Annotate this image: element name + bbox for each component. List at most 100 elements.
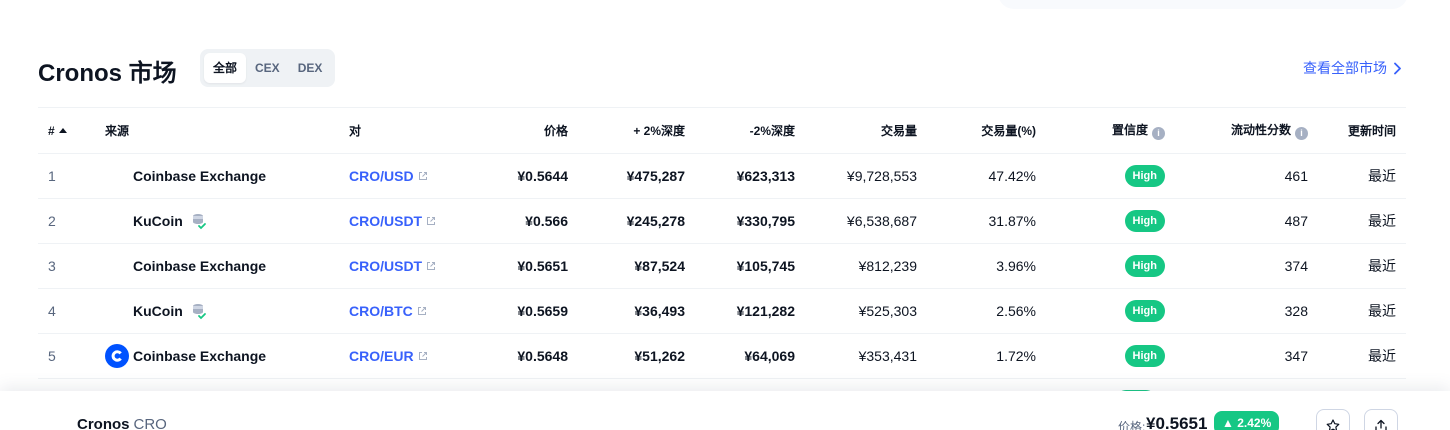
sticky-price-bar: Cronos CRO 价格: ¥0.5651 ▲ 2.42%: [0, 391, 1450, 430]
row-source[interactable]: Coinbase Exchange: [95, 333, 339, 379]
confidence-badge: High: [1124, 345, 1165, 367]
confidence-badge: High: [1124, 210, 1165, 232]
page-title: Cronos 市场: [38, 60, 177, 87]
row-pair[interactable]: CRO/USDT: [339, 198, 471, 244]
row-depth-plus: ¥245,278: [578, 198, 695, 244]
col-price[interactable]: 价格: [471, 107, 578, 154]
verified-reserves-icon: [192, 304, 206, 320]
row-volume-pct: 2.56%: [927, 288, 1046, 334]
row-pair[interactable]: CRO/BTC: [339, 288, 471, 334]
external-link-icon: [427, 262, 436, 270]
table-row[interactable]: 3 Coinbase Exchange CRO/USDT ¥0.5651 ¥87…: [38, 243, 1406, 289]
row-rank: 3: [38, 243, 95, 289]
col-rank[interactable]: #: [38, 107, 95, 154]
filter-all[interactable]: 全部: [204, 53, 247, 83]
col-pair[interactable]: 对: [339, 107, 471, 154]
row-confidence: High: [1046, 153, 1175, 199]
price-label: 价格:: [1118, 420, 1146, 430]
col-confidence[interactable]: 置信度 i: [1046, 107, 1175, 154]
row-depth-minus: ¥623,313: [695, 153, 805, 199]
col-depth-minus[interactable]: -2%深度: [695, 107, 805, 154]
price-change-badge: ▲ 2.42%: [1214, 411, 1280, 430]
caret-up-icon: ▲: [1222, 416, 1234, 430]
row-liquidity: 374: [1175, 243, 1318, 289]
table-row[interactable]: 4 KuCoin CRO/BTC ¥0.5659 ¥36,493 ¥121,28…: [38, 288, 1406, 334]
row-pair[interactable]: CRO/USDT: [339, 243, 471, 289]
view-all-markets-link[interactable]: 查看全部市场: [1303, 58, 1402, 78]
row-rank: 4: [38, 288, 95, 334]
row-depth-plus: ¥475,287: [578, 153, 695, 199]
external-link-icon: [418, 352, 427, 360]
exchange-logo: [105, 254, 129, 278]
row-pair[interactable]: CRO/EUR: [339, 333, 471, 379]
row-price: ¥0.5648: [471, 333, 578, 379]
col-volume-pct[interactable]: 交易量(%): [927, 107, 1046, 154]
table-row[interactable]: 2 KuCoin CRO/USDT ¥0.566 ¥245,278 ¥330,7…: [38, 198, 1406, 244]
market-type-filter: 全部 CEX DEX: [200, 49, 336, 87]
row-depth-minus: ¥330,795: [695, 198, 805, 244]
row-liquidity: 487: [1175, 198, 1318, 244]
table-row[interactable]: 5 Coinbase Exchange CRO/EUR ¥0.5648 ¥51,…: [38, 333, 1406, 379]
share-icon: [1375, 419, 1387, 430]
row-pair[interactable]: CRO/USD: [339, 153, 471, 199]
row-confidence: High: [1046, 288, 1175, 334]
row-depth-plus: ¥51,262: [578, 333, 695, 379]
col-volume[interactable]: 交易量: [805, 107, 927, 154]
confidence-badge: High: [1124, 300, 1165, 322]
row-updated: 最近: [1318, 243, 1406, 289]
row-source[interactable]: Coinbase Exchange: [95, 153, 339, 199]
sort-ascending-icon: [58, 127, 67, 133]
row-volume: ¥353,431: [805, 333, 927, 379]
row-price: ¥0.5659: [471, 288, 578, 334]
row-source[interactable]: Coinbase Exchange: [95, 243, 339, 289]
row-confidence: High: [1046, 333, 1175, 379]
confidence-badge: High: [1124, 165, 1165, 187]
row-depth-plus: ¥87,524: [578, 243, 695, 289]
external-link-icon: [418, 172, 427, 180]
filter-cex[interactable]: CEX: [246, 53, 289, 83]
info-icon[interactable]: i: [1295, 127, 1308, 140]
top-search-area: [998, 0, 1408, 9]
current-price: ¥0.5651: [1146, 414, 1208, 430]
row-price: ¥0.566: [471, 198, 578, 244]
row-volume-pct: 3.96%: [927, 243, 1046, 289]
exchange-logo: [105, 164, 129, 188]
row-liquidity: 347: [1175, 333, 1318, 379]
chevron-right-icon: [1394, 62, 1401, 74]
col-source[interactable]: 来源: [95, 107, 339, 154]
row-updated: 最近: [1318, 288, 1406, 334]
row-liquidity: 461: [1175, 153, 1318, 199]
row-price: ¥0.5644: [471, 153, 578, 199]
row-source[interactable]: KuCoin: [95, 198, 339, 244]
coin-symbol: CRO: [133, 416, 167, 430]
view-all-label: 查看全部市场: [1303, 60, 1387, 76]
row-updated: 最近: [1318, 198, 1406, 244]
row-volume: ¥525,303: [805, 288, 927, 334]
row-rank: 1: [38, 153, 95, 199]
coinbase-logo-icon: [105, 344, 129, 368]
markets-table: # 来源 对 价格 + 2%深度 -2%深度 交易量 交易量(%) 置信度 i 流…: [38, 107, 1406, 379]
row-confidence: High: [1046, 243, 1175, 289]
markets-header: Cronos 市场 全部 CEX DEX 查看全部市场: [38, 48, 1406, 88]
coin-name: Cronos CRO: [77, 416, 167, 430]
row-depth-minus: ¥64,069: [695, 333, 805, 379]
info-icon[interactable]: i: [1152, 127, 1165, 140]
row-liquidity: 328: [1175, 288, 1318, 334]
share-button[interactable]: [1364, 409, 1398, 430]
row-source[interactable]: KuCoin: [95, 288, 339, 334]
row-rank: 5: [38, 333, 95, 379]
watchlist-star-button[interactable]: [1316, 409, 1350, 430]
star-icon: [1326, 419, 1340, 430]
col-depth-plus[interactable]: + 2%深度: [578, 107, 695, 154]
table-header-row: # 来源 对 价格 + 2%深度 -2%深度 交易量 交易量(%) 置信度 i 流…: [38, 107, 1406, 154]
row-confidence: High: [1046, 198, 1175, 244]
exchange-logo: [105, 299, 129, 323]
table-row[interactable]: 1 Coinbase Exchange CRO/USD ¥0.5644 ¥475…: [38, 153, 1406, 199]
col-updated[interactable]: 更新时间: [1318, 107, 1406, 154]
col-liquidity[interactable]: 流动性分数 i: [1175, 107, 1318, 154]
row-depth-minus: ¥121,282: [695, 288, 805, 334]
filter-dex[interactable]: DEX: [289, 53, 332, 83]
confidence-badge: High: [1124, 255, 1165, 277]
row-updated: 最近: [1318, 153, 1406, 199]
exchange-logo: [105, 209, 129, 233]
